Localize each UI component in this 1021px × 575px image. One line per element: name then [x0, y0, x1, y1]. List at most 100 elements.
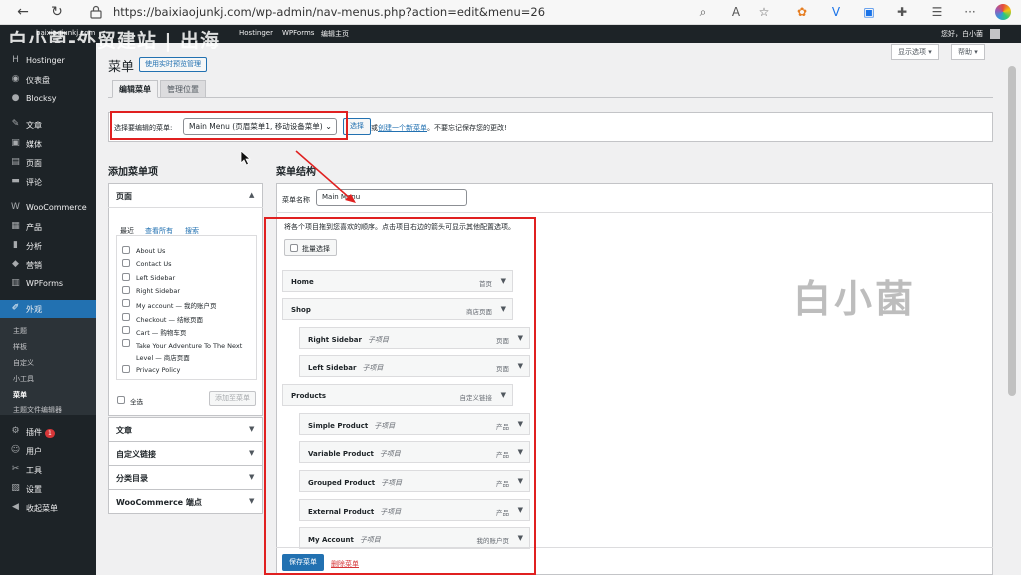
page-checkbox[interactable] — [122, 272, 130, 281]
copilot-icon[interactable] — [995, 4, 1011, 20]
sidebar-item-外观[interactable]: ✐ 外观 — [0, 300, 96, 318]
lock-icon[interactable] — [90, 5, 102, 19]
zoom-icon[interactable]: ⌕ — [695, 4, 711, 20]
help-button[interactable]: 帮助 ▾ — [951, 44, 985, 60]
sidebar-item-bottom[interactable]: ⚙ 插件 1 — [0, 423, 96, 441]
sidebar-item-bottom[interactable]: ◀ 收起菜单 — [0, 499, 96, 517]
submenu-item[interactable]: 样板 — [13, 342, 27, 352]
sidebar-item-text: 工具 — [26, 466, 42, 475]
submenu-item[interactable]: 主题 — [13, 326, 27, 336]
sidebar-item-仪表盘[interactable]: ◉ 仪表盘 — [0, 71, 96, 89]
sidebar-item-label: 工具 — [26, 465, 42, 476]
sidebar-item-产品[interactable]: ▦ 产品 — [0, 218, 96, 236]
page-checkbox[interactable] — [122, 312, 130, 321]
sidebar-item-text: 收起菜单 — [26, 504, 58, 513]
sidebar-item-评论[interactable]: ▬ 评论 — [0, 173, 96, 191]
sidebar-item-hostinger[interactable]: H Hostinger — [0, 52, 96, 70]
sidebar-item-blocksy[interactable]: ● Blocksy — [0, 90, 96, 108]
page-checkbox[interactable] — [122, 365, 130, 374]
chevron-up-icon[interactable]: ▲ — [249, 191, 254, 199]
pin-icon: ✎ — [11, 119, 20, 129]
create-menu-link[interactable]: 创建一个新菜单 — [378, 124, 427, 132]
page-checkbox[interactable] — [122, 325, 130, 334]
sidebar-item-text: 插件 — [26, 428, 42, 437]
chevron-down-icon[interactable]: ▼ — [249, 425, 254, 433]
favorite-icon[interactable]: ☆ — [756, 4, 772, 20]
sidebar-item-label: WPForms — [26, 279, 64, 288]
tab-manage-locations[interactable]: 管理位置 — [160, 80, 206, 98]
comment-icon: ▬ — [11, 176, 20, 186]
chevron-down-icon[interactable]: ▼ — [249, 473, 254, 481]
page-checkbox[interactable] — [122, 285, 130, 294]
admin-bar-hostinger[interactable]: Hostinger — [239, 29, 273, 37]
sidebar-item-bottom[interactable]: ✂ 工具 — [0, 461, 96, 479]
tools-icon: ✂ — [11, 464, 20, 474]
analytics-icon: ▮ — [13, 240, 18, 250]
add-to-menu-button[interactable]: 添加至菜单 — [209, 391, 256, 406]
admin-bar-edit-home[interactable]: 编辑主页 — [321, 29, 349, 39]
extensions-icon[interactable]: ✚ — [894, 4, 910, 20]
pages-panel-title[interactable]: 页面 — [116, 191, 132, 202]
create-menu-text: 或创建一个新菜单。不要忘记保存您的更改! — [371, 123, 507, 133]
submenu-item[interactable]: 自定义 — [13, 358, 34, 368]
sidebar-item-label: 营销 — [26, 261, 42, 270]
page-checkbox[interactable] — [122, 259, 130, 268]
sidebar-item-label: Hostinger — [26, 56, 65, 65]
avatar[interactable] — [990, 29, 1000, 39]
annotation-box-select — [110, 111, 348, 140]
accordion-title[interactable]: 分类目录 — [116, 473, 148, 484]
sidebar-item-label: 媒体 — [26, 140, 42, 149]
dashboard-icon: ◉ — [11, 74, 20, 84]
scrollbar-thumb[interactable] — [1008, 66, 1016, 396]
sidebar-item-label: 页面 — [26, 159, 42, 168]
favorites-icon[interactable]: ☰ — [929, 4, 945, 20]
sidebar-item-媒体[interactable]: ▣ 媒体 — [0, 135, 96, 153]
sidebar-item-bottom[interactable]: ☺ 用户 — [0, 442, 96, 460]
select-all-checkbox[interactable] — [117, 396, 125, 404]
select-all-label: 全选 — [130, 398, 143, 406]
read-aloud-icon[interactable]: A — [728, 4, 744, 20]
annotation-box-structure — [264, 217, 536, 575]
collapse-icon: ◀ — [12, 502, 19, 512]
sidebar-item-页面[interactable]: ▤ 页面 — [0, 154, 96, 172]
submenu-item[interactable]: 菜单 — [13, 390, 27, 400]
or-text: 或 — [371, 124, 378, 132]
extension-icon[interactable]: ✿ — [794, 4, 810, 20]
accordion-title[interactable]: 文章 — [116, 425, 132, 436]
sidebar-item-文章[interactable]: ✎ 文章 — [0, 116, 96, 134]
page-checkbox[interactable] — [122, 339, 130, 348]
page-label: Take Your Adventure To The Next Level — … — [136, 342, 243, 363]
extension-v-icon[interactable]: V — [828, 4, 844, 20]
sidebar-item-营销[interactable]: ◆ 营销 — [0, 256, 96, 274]
address-bar[interactable]: https://baixiaojunkj.com/wp-admin/nav-me… — [113, 5, 545, 19]
sidebar-item-label: 文章 — [26, 121, 42, 130]
page-title: 菜单 — [108, 60, 135, 75]
admin-bar-greeting[interactable]: 您好，白小菌 — [941, 29, 983, 39]
chevron-down-icon[interactable]: ▼ — [249, 497, 254, 505]
appearance-icon: ✐ — [11, 303, 20, 313]
sidebar-item-woocommerce[interactable]: W WooCommerce — [0, 199, 96, 217]
translate-icon[interactable]: ▣ — [861, 4, 877, 20]
page-label: Right Sidebar — [136, 286, 181, 295]
submenu-item[interactable]: 小工具 — [13, 374, 34, 384]
sidebar-item-分析[interactable]: ▮ 分析 — [0, 237, 96, 255]
accordion-title[interactable]: WooCommerce 端点 — [116, 497, 202, 508]
sidebar-item-label: 分析 — [26, 242, 42, 251]
back-icon[interactable]: ← — [14, 3, 32, 21]
accordion-title[interactable]: 自定义链接 — [116, 449, 156, 460]
live-preview-button[interactable]: 使用实时预览管理 — [139, 57, 207, 72]
page-checkbox[interactable] — [122, 299, 130, 308]
sidebar-item-bottom[interactable]: ▧ 设置 — [0, 480, 96, 498]
screen-options-button[interactable]: 显示选项 ▾ — [891, 44, 939, 60]
reload-icon[interactable]: ↻ — [48, 3, 66, 21]
hostinger-icon: H — [12, 55, 19, 65]
media-icon: ▣ — [11, 138, 20, 148]
page-checkbox[interactable] — [122, 246, 130, 254]
more-icon[interactable]: ··· — [962, 4, 978, 20]
submenu-item[interactable]: 主题文件编辑器 — [13, 405, 62, 415]
tab-edit-menus[interactable]: 编辑菜单 — [112, 80, 158, 98]
admin-bar-wpforms[interactable]: WPForms — [282, 29, 314, 37]
chevron-down-icon[interactable]: ▼ — [249, 449, 254, 457]
sidebar-item-label: 评论 — [26, 178, 42, 187]
sidebar-item-wpforms[interactable]: ▥ WPForms — [0, 275, 96, 293]
